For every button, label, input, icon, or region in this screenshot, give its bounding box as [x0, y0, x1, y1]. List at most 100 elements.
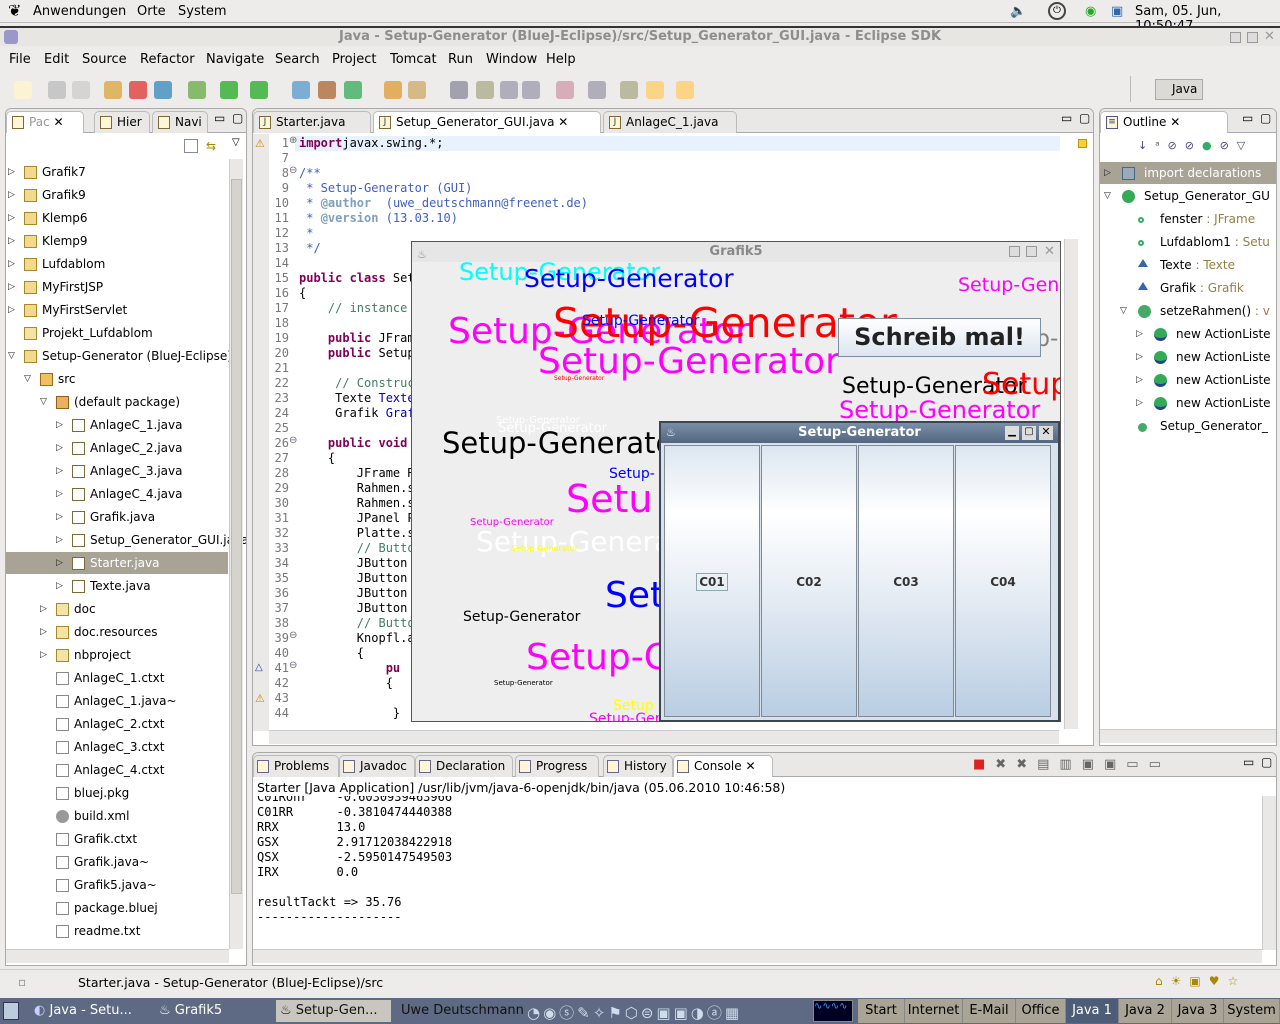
tree-item[interactable]: AnlageC_1.ctxt	[6, 667, 228, 689]
user-icon[interactable]: ▣	[1111, 4, 1123, 19]
toolbar-button-icon[interactable]	[344, 81, 362, 99]
power-icon[interactable]: ⏻	[1048, 2, 1066, 20]
tab-hier[interactable]: Hier	[94, 111, 150, 133]
tree-item[interactable]: Grafik.java~	[6, 851, 228, 873]
code-line[interactable]: {	[299, 451, 335, 465]
minimize-button[interactable]	[1230, 32, 1241, 43]
minimize-view-icon[interactable]: ▭	[1243, 755, 1254, 769]
view-menu-icon[interactable]: ▽	[1237, 139, 1253, 152]
outline-item[interactable]: ▷ new ActionListe	[1100, 392, 1276, 414]
tree-item[interactable]: AnlageC_1.java~	[6, 690, 228, 712]
toolbar-button-icon[interactable]	[14, 81, 32, 99]
collapse-arrow-icon[interactable]: ▷	[8, 161, 15, 183]
setup-generator-title-bar[interactable]: ♨ Setup-Generator ▁ ▢ ✕	[661, 423, 1058, 443]
console-vertical-scrollbar[interactable]	[1262, 796, 1276, 950]
tree-item[interactable]: build.xml	[6, 805, 228, 827]
collapse-arrow-icon[interactable]: ▷	[56, 414, 63, 436]
outline-item[interactable]: ▽ setzeRahmen() : v	[1100, 300, 1276, 322]
collapse-arrow-icon[interactable]: ▷	[1104, 162, 1111, 184]
perspective-java-button[interactable]: Java	[1155, 79, 1203, 100]
maximize-button[interactable]	[1026, 246, 1037, 257]
setup-generator-window[interactable]: ♨ Setup-Generator ▁ ▢ ✕ C01 C02 C03 C04	[659, 421, 1060, 722]
outline-item[interactable]: ▷ new ActionListe	[1100, 369, 1276, 391]
collapse-arrow-icon[interactable]: ▷	[8, 230, 15, 252]
fold-expand-icon[interactable]: ⊕	[289, 135, 297, 146]
toolbar-button-icon[interactable]	[188, 81, 206, 99]
column-button-c01[interactable]: C01	[664, 445, 760, 717]
code-line[interactable]: Rahmen.s	[299, 481, 415, 495]
show-on-output-icon[interactable]: ▣	[1082, 757, 1104, 772]
code-line[interactable]: // Butto	[299, 541, 415, 555]
code-line[interactable]: pu	[299, 661, 400, 675]
tree-item[interactable]: ▷ Lufdablom	[6, 253, 228, 275]
console-horizontal-scrollbar[interactable]	[253, 949, 1262, 963]
collapse-arrow-icon[interactable]: ▷	[56, 460, 63, 482]
tree-item[interactable]: ▽ src	[6, 368, 228, 390]
expand-arrow-icon[interactable]: ▽	[1104, 185, 1111, 207]
menu-window[interactable]: Window	[486, 52, 537, 67]
code-line[interactable]: /**	[299, 166, 321, 180]
collapse-arrow-icon[interactable]: ▷	[1136, 369, 1143, 391]
editor-vertical-scrollbar[interactable]	[1064, 239, 1078, 729]
tree-item[interactable]: ▷ AnlageC_2.java	[6, 437, 228, 459]
pin-console-icon[interactable]: ▣	[1104, 757, 1126, 772]
collapse-arrow-icon[interactable]: ▷	[8, 253, 15, 275]
collapse-arrow-icon[interactable]: ▷	[56, 506, 63, 528]
code-line[interactable]: Platte.s	[299, 526, 415, 540]
tree-item[interactable]: package.bluej	[6, 897, 228, 919]
toolbar-button-icon[interactable]	[476, 81, 494, 99]
remove-all-icon[interactable]: ✖	[1016, 757, 1037, 772]
code-line[interactable]: public JFram	[299, 331, 415, 345]
tree-item[interactable]: ▷ AnlageC_4.java	[6, 483, 228, 505]
outline-horizontal-scrollbar[interactable]	[1100, 729, 1276, 743]
outline-item[interactable]: Grafik : Grafik	[1100, 277, 1276, 299]
fold-collapse-icon[interactable]: ⊖	[289, 165, 297, 176]
tree-item[interactable]: ▽ Setup-Generator (BlueJ-Eclipse)	[6, 345, 232, 367]
menu-navigate[interactable]: Navigate	[206, 52, 264, 67]
tree-item[interactable]: ▷ Klemp9	[6, 230, 228, 252]
code-line[interactable]: JButton	[299, 586, 408, 600]
tree-item[interactable]: ▷ Setup_Generator_GUI.java	[6, 529, 246, 551]
minimize-button[interactable]	[1009, 246, 1020, 257]
workspace-office[interactable]: Office	[1016, 999, 1066, 1023]
toolbar-button-icon[interactable]	[620, 81, 638, 99]
fold-collapse-icon[interactable]: ⊖	[289, 435, 297, 446]
tree-item[interactable]: ▷ Klemp6	[6, 207, 228, 229]
collapse-arrow-icon[interactable]: ▷	[40, 621, 47, 643]
minimize-view-icon[interactable]: ▭	[1061, 111, 1072, 125]
collapse-arrow-icon[interactable]: ▷	[56, 437, 63, 459]
hide-nonpublic-icon[interactable]: ●	[1202, 139, 1220, 152]
editor-tab[interactable]: J Starter.java	[253, 111, 371, 133]
close-tab-icon[interactable]: ✕	[50, 115, 63, 129]
code-line[interactable]: importjavax.swing.*;	[299, 136, 444, 150]
horizontal-scrollbar[interactable]	[6, 949, 229, 963]
fast-view-icon[interactable]: ▫	[18, 975, 26, 989]
menu-help[interactable]: Help	[546, 52, 576, 67]
console-output[interactable]: C01Rohr -0.6030939463966 C01RR -0.3810474…	[253, 796, 1263, 950]
toolbar-button-icon[interactable]	[318, 81, 336, 99]
maximize-view-icon[interactable]: ▢	[1079, 111, 1090, 125]
volume-icon[interactable]: 🔈	[1010, 4, 1026, 19]
close-button[interactable]: ✕	[1264, 28, 1275, 46]
toolbar-button-icon[interactable]	[292, 81, 310, 99]
open-console-icon[interactable]: ▭	[1149, 757, 1171, 772]
task-setup-generator[interactable]: ♨ Setup-Gen...	[276, 1000, 391, 1022]
code-line[interactable]: {	[299, 286, 306, 300]
code-line[interactable]: {	[299, 676, 393, 690]
collapse-arrow-icon[interactable]: ▷	[1136, 323, 1143, 345]
tree-item[interactable]: Projekt_Lufdablom	[6, 322, 228, 344]
outline-toolbar[interactable]: ↓ᵃ⊘⊘●⊘▽	[1138, 139, 1253, 152]
code-line[interactable]: * Setup-Generator (GUI)	[299, 181, 472, 195]
tree-item[interactable]: ▷ MyFirstJSP	[6, 276, 228, 298]
collapse-arrow-icon[interactable]: ▷	[40, 644, 47, 666]
link-editor-icon[interactable]: ⇆	[206, 139, 216, 153]
minimize-view-icon[interactable]: ▭	[1242, 111, 1253, 125]
tree-item[interactable]: ▷ MyFirstServlet	[6, 299, 228, 321]
schreib-mal-button[interactable]: Schreib mal!	[838, 318, 1041, 357]
workspace-java-2[interactable]: Java 2	[1119, 999, 1172, 1023]
tree-item[interactable]: ▷ nbproject	[6, 644, 228, 666]
tree-item[interactable]: ▷ Texte.java	[6, 575, 228, 597]
toolbar-button-icon[interactable]	[522, 81, 540, 99]
sort-icon[interactable]: ↓ᵃ	[1138, 139, 1168, 152]
workspace-internet[interactable]: Internet	[905, 999, 963, 1023]
